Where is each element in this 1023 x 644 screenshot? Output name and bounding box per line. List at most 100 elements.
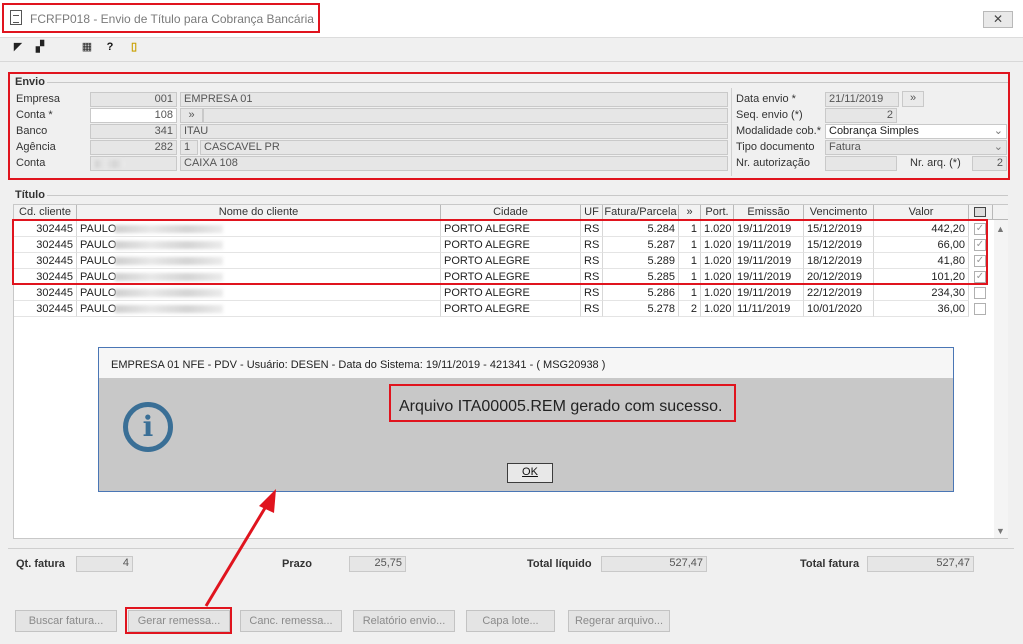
- conta2-label: Conta: [16, 157, 46, 169]
- total-liquido-label: Total líquido: [527, 558, 592, 570]
- agencia-digit: 1: [180, 140, 198, 155]
- col-uf[interactable]: UF: [581, 205, 603, 220]
- total-fatura-value: 527,47: [867, 556, 974, 572]
- scroll-up-icon[interactable]: ▲: [996, 224, 1005, 234]
- cell-venc: 10/01/2020: [804, 301, 874, 317]
- data-envio-label: Data envio *: [736, 93, 796, 105]
- cell-cd: 302445: [14, 285, 77, 301]
- col-cd-cliente[interactable]: Cd. cliente: [14, 205, 77, 220]
- prazo-value: 25,75: [349, 556, 406, 572]
- col-select-all[interactable]: [969, 205, 993, 220]
- ok-button-label: OK: [522, 466, 538, 478]
- titulo-title: Título: [13, 189, 47, 201]
- select-all-checkbox[interactable]: [974, 207, 986, 217]
- tipo-doc-value: Fatura: [829, 141, 861, 153]
- vertical-scrollbar[interactable]: ▲ ▼: [994, 220, 1008, 538]
- cell-fatura: 5.278: [603, 301, 679, 317]
- ok-button[interactable]: OK: [507, 463, 553, 483]
- door-icon[interactable]: ▯: [128, 41, 140, 54]
- empresa-code: 001: [90, 92, 177, 107]
- col-port[interactable]: Port.: [701, 205, 734, 220]
- table-row[interactable]: 302445 PAULO PORTO ALEGRE RS 5.286 1 1.020 19/1…: [14, 285, 986, 301]
- total-fatura-label: Total fatura: [800, 558, 860, 570]
- toolbar-separator: [0, 61, 1023, 62]
- exit-icon[interactable]: ◤: [12, 41, 24, 54]
- info-icon: i: [123, 402, 173, 452]
- qt-fatura-label: Qt. fatura: [16, 558, 65, 570]
- close-button[interactable]: ✕: [983, 11, 1013, 28]
- col-cidade[interactable]: Cidade: [441, 205, 581, 220]
- col-valor[interactable]: Valor: [874, 205, 969, 220]
- tipo-doc-select[interactable]: Fatura ⌄: [825, 140, 1007, 155]
- rows-highlight: [12, 219, 988, 285]
- redacted-name: [115, 305, 223, 313]
- banco-code: 341: [90, 124, 177, 139]
- nr-aut-input: [825, 156, 897, 171]
- copy-icon[interactable]: ▞: [33, 41, 47, 54]
- nr-arq-value: 2: [972, 156, 1007, 171]
- conta2-name: CAIXA 108: [180, 156, 728, 171]
- nr-aut-label: Nr. autorização: [736, 157, 810, 169]
- conta-input[interactable]: 108: [90, 108, 177, 123]
- relatorio-envio-button[interactable]: Relatório envio...: [353, 610, 455, 632]
- conta-description: [203, 108, 728, 123]
- cell-fatura: 5.286: [603, 285, 679, 301]
- col-parcela[interactable]: »: [679, 205, 701, 220]
- help-icon[interactable]: ?: [104, 41, 116, 54]
- modalidade-select[interactable]: Cobrança Simples ⌄: [825, 124, 1007, 139]
- cell-uf: RS: [581, 285, 603, 301]
- envio-divider: [731, 88, 732, 176]
- table-row[interactable]: 302445 PAULO PORTO ALEGRE RS 5.278 2 1.020 11/1…: [14, 301, 986, 317]
- col-fatura-parcela[interactable]: Fatura/Parcela: [603, 205, 679, 220]
- nr-arq-label: Nr. arq. (*): [910, 157, 961, 169]
- capa-lote-button[interactable]: Capa lote...: [466, 610, 555, 632]
- conta-label: Conta *: [16, 109, 53, 121]
- canc-remessa-button[interactable]: Canc. remessa...: [240, 610, 342, 632]
- col-emissao[interactable]: Emissão: [734, 205, 804, 220]
- buscar-fatura-button[interactable]: Buscar fatura...: [15, 610, 117, 632]
- banco-name: ITAU: [180, 124, 728, 139]
- banco-label: Banco: [16, 125, 48, 137]
- cell-emissao: 11/11/2019: [734, 301, 804, 317]
- cell-port: 1.020: [701, 285, 734, 301]
- cell-venc: 22/12/2019: [804, 285, 874, 301]
- cell-port: 1.020: [701, 301, 734, 317]
- qt-fatura-value: 4: [76, 556, 133, 572]
- col-vencimento[interactable]: Vencimento: [804, 205, 874, 220]
- data-envio-input[interactable]: 21/11/2019: [825, 92, 899, 107]
- prazo-label: Prazo: [282, 558, 312, 570]
- regerar-arquivo-button[interactable]: Regerar arquivo...: [568, 610, 670, 632]
- agencia-label: Agência: [16, 141, 56, 153]
- conta-lookup-button[interactable]: »: [180, 108, 203, 123]
- modalidade-label: Modalidade cob.*: [736, 125, 822, 137]
- agencia-code: 282: [90, 140, 177, 155]
- col-filler: [993, 205, 1008, 220]
- seq-envio-value: 2: [825, 108, 897, 123]
- calc-icon[interactable]: ▦: [80, 41, 94, 54]
- modalidade-value: Cobrança Simples: [829, 125, 919, 137]
- scroll-down-icon[interactable]: ▼: [996, 526, 1005, 536]
- row-checkbox[interactable]: [974, 287, 986, 299]
- calendar-button[interactable]: »: [902, 91, 924, 107]
- cell-valor: 234,30: [874, 285, 969, 301]
- cell-uf: RS: [581, 301, 603, 317]
- cell-cd: 302445: [14, 301, 77, 317]
- col-nome-cliente[interactable]: Nome do cliente: [77, 205, 441, 220]
- total-liquido-value: 527,47: [601, 556, 707, 572]
- dialog-message: Arquivo ITA00005.REM gerado com sucesso.: [399, 398, 723, 415]
- cell-cidade: PORTO ALEGRE: [441, 285, 581, 301]
- cell-emissao: 19/11/2019: [734, 285, 804, 301]
- titulo-group-line: [13, 195, 1008, 196]
- totals-separator: [8, 548, 1014, 549]
- conta2-code: [90, 156, 177, 171]
- cell-cidade: PORTO ALEGRE: [441, 301, 581, 317]
- dialog-title: EMPRESA 01 NFE - PDV - Usuário: DESEN - …: [111, 359, 606, 371]
- message-dialog: EMPRESA 01 NFE - PDV - Usuário: DESEN - …: [98, 347, 954, 492]
- empresa-name: EMPRESA 01: [180, 92, 728, 107]
- agencia-name: CASCAVEL PR: [200, 140, 728, 155]
- tipo-doc-label: Tipo documento: [736, 141, 815, 153]
- cell-valor: 36,00: [874, 301, 969, 317]
- row-checkbox[interactable]: [974, 303, 986, 315]
- cell-parc: 1: [679, 285, 701, 301]
- empresa-label: Empresa: [16, 93, 61, 105]
